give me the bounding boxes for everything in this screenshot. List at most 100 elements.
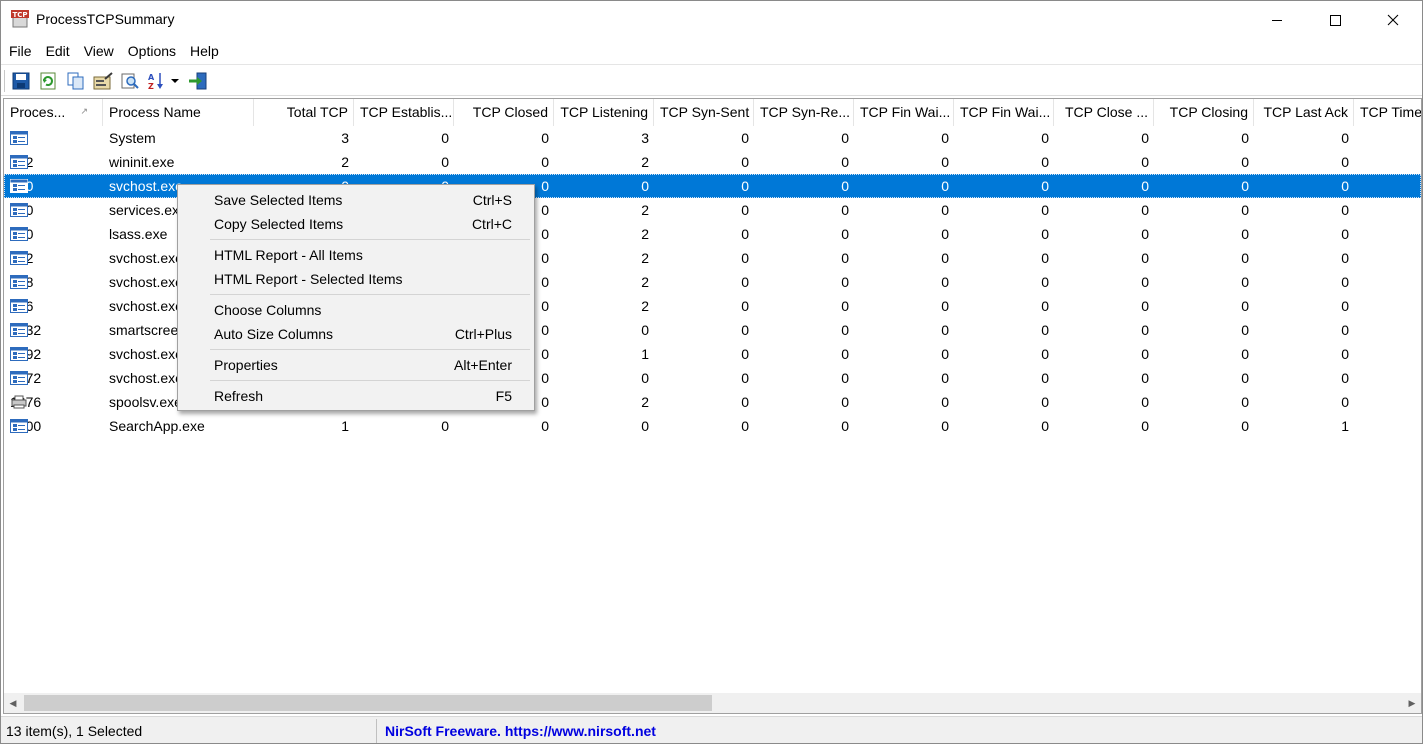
table-cell: 2 — [641, 298, 649, 314]
table-row[interactable]: 5000SearchApp.exe10000000001 — [4, 414, 1421, 438]
table-cell: 0 — [641, 322, 649, 338]
column-header-13[interactable]: TCP Time — [1354, 99, 1422, 126]
column-header-6[interactable]: TCP Syn-Sent — [654, 99, 754, 126]
scroll-right-arrow-icon[interactable]: ▶ — [1403, 693, 1421, 713]
toolbar-find-button[interactable] — [119, 70, 141, 92]
scroll-left-arrow-icon[interactable]: ◀ — [4, 693, 22, 713]
context-menu-item-html-report-all-items[interactable]: HTML Report - All Items — [180, 243, 532, 267]
table-cell: 2 — [641, 202, 649, 218]
menu-help[interactable]: Help — [182, 39, 225, 63]
table-cell: 2 — [641, 394, 649, 410]
app-icon-text: TCP — [12, 11, 27, 19]
toolbar-save-button[interactable] — [10, 70, 32, 92]
table-row[interactable]: 4System30030000000 — [4, 126, 1421, 150]
toolbar-copy-button[interactable] — [65, 70, 87, 92]
column-header-12[interactable]: TCP Last Ack — [1254, 99, 1354, 126]
table-cell — [1354, 270, 1421, 294]
table-cell: 0 — [741, 154, 749, 170]
table-cell: 0 — [1041, 346, 1049, 362]
table-cell: 0 — [1141, 394, 1149, 410]
table-cell: 0 — [1341, 346, 1349, 362]
table-cell: 0 — [1041, 274, 1049, 290]
table-cell: 0 — [841, 130, 849, 146]
table-cell: 0 — [1041, 298, 1049, 314]
context-menu-item-html-report-selected-items[interactable]: HTML Report - Selected Items — [180, 267, 532, 291]
toolbar-refresh-button[interactable] — [37, 70, 59, 92]
maximize-button[interactable] — [1306, 1, 1364, 39]
table-cell: 0 — [1341, 394, 1349, 410]
menu-view[interactable]: View — [76, 39, 120, 63]
context-menu-item-save-selected-items[interactable]: Save Selected Items Ctrl+S — [180, 188, 532, 212]
toolbar-exit-button[interactable] — [187, 70, 209, 92]
table-cell: 0 — [1241, 226, 1249, 242]
column-header-label: TCP Time — [1360, 104, 1422, 120]
table-cell — [1354, 198, 1421, 222]
column-header-5[interactable]: TCP Listening — [554, 99, 654, 126]
table-cell: 1 — [1341, 418, 1349, 434]
table-cell: 0 — [1041, 154, 1049, 170]
table-cell: 0 — [1341, 154, 1349, 170]
table-cell: 2 — [641, 250, 649, 266]
menu-edit[interactable]: Edit — [38, 39, 76, 63]
refresh-icon — [40, 72, 56, 90]
context-menu-item-copy-selected-items[interactable]: Copy Selected Items Ctrl+C — [180, 212, 532, 236]
scroll-thumb[interactable] — [24, 695, 712, 711]
table-cell — [1354, 390, 1421, 414]
context-menu-item-refresh[interactable]: Refresh F5 — [180, 384, 532, 408]
table-cell: 0 — [741, 202, 749, 218]
table-cell: 0 — [1141, 418, 1149, 434]
toolbar-sort-button[interactable]: A Z — [147, 70, 181, 92]
table-cell: 0 — [1341, 178, 1349, 194]
column-header-2[interactable]: Total TCP — [254, 99, 354, 126]
table-cell — [1354, 366, 1421, 390]
close-button[interactable] — [1364, 1, 1422, 39]
table-row[interactable]: 592wininit.exe20020000000 — [4, 150, 1421, 174]
column-header-3[interactable]: TCP Establis... — [354, 99, 454, 126]
context-menu-item-auto-size-columns[interactable]: Auto Size Columns Ctrl+Plus — [180, 322, 532, 346]
column-header-9[interactable]: TCP Fin Wai... — [954, 99, 1054, 126]
table-cell: 0 — [641, 178, 649, 194]
window-icon — [10, 347, 28, 361]
column-header-10[interactable]: TCP Close ... — [1054, 99, 1154, 126]
column-header-label: Total TCP — [286, 104, 348, 120]
column-header-label: TCP Establis... — [360, 104, 453, 120]
window-title: ProcessTCPSummary — [36, 11, 175, 27]
table-cell: 0 — [941, 298, 949, 314]
table-cell — [1354, 246, 1421, 270]
column-header-1[interactable]: Process Name — [103, 99, 254, 126]
menu-separator — [210, 349, 530, 350]
column-header-8[interactable]: TCP Fin Wai... — [854, 99, 954, 126]
svg-text:A: A — [148, 73, 155, 82]
table-cell: 0 — [541, 130, 549, 146]
table-cell — [1354, 222, 1421, 246]
column-header-11[interactable]: TCP Closing — [1154, 99, 1254, 126]
column-header-label: TCP Syn-Sent — [660, 104, 750, 120]
context-menu-item-properties[interactable]: Properties Alt+Enter — [180, 353, 532, 377]
table-cell: 0 — [641, 418, 649, 434]
menu-item-label: HTML Report - Selected Items — [214, 271, 403, 287]
table-cell: 0 — [841, 298, 849, 314]
table-cell: 0 — [741, 370, 749, 386]
table-cell: 0 — [1141, 274, 1149, 290]
context-menu-item-choose-columns[interactable]: Choose Columns — [180, 298, 532, 322]
horizontal-scrollbar[interactable]: ◀ ▶ — [4, 693, 1421, 713]
minimize-icon — [1272, 20, 1282, 21]
table-cell — [1354, 174, 1421, 198]
toolbar-properties-button[interactable] — [92, 70, 114, 92]
table-cell: 0 — [941, 130, 949, 146]
menu-file[interactable]: File — [1, 39, 38, 63]
table-cell: 0 — [741, 226, 749, 242]
table-cell: 0 — [741, 346, 749, 362]
column-header-0[interactable]: Proces... ↗ — [4, 99, 103, 126]
column-header-4[interactable]: TCP Closed — [454, 99, 554, 126]
window-icon — [10, 371, 28, 385]
minimize-button[interactable] — [1248, 1, 1306, 39]
table-cell: 0 — [741, 322, 749, 338]
nirsoft-link[interactable]: NirSoft Freeware. https://www.nirsoft.ne… — [385, 723, 656, 739]
table-cell: 0 — [1341, 274, 1349, 290]
menu-options[interactable]: Options — [120, 39, 182, 63]
table-cell — [1354, 294, 1421, 318]
column-header-7[interactable]: TCP Syn-Re... — [754, 99, 854, 126]
window-icon — [10, 323, 28, 337]
table-cell: 0 — [1241, 250, 1249, 266]
